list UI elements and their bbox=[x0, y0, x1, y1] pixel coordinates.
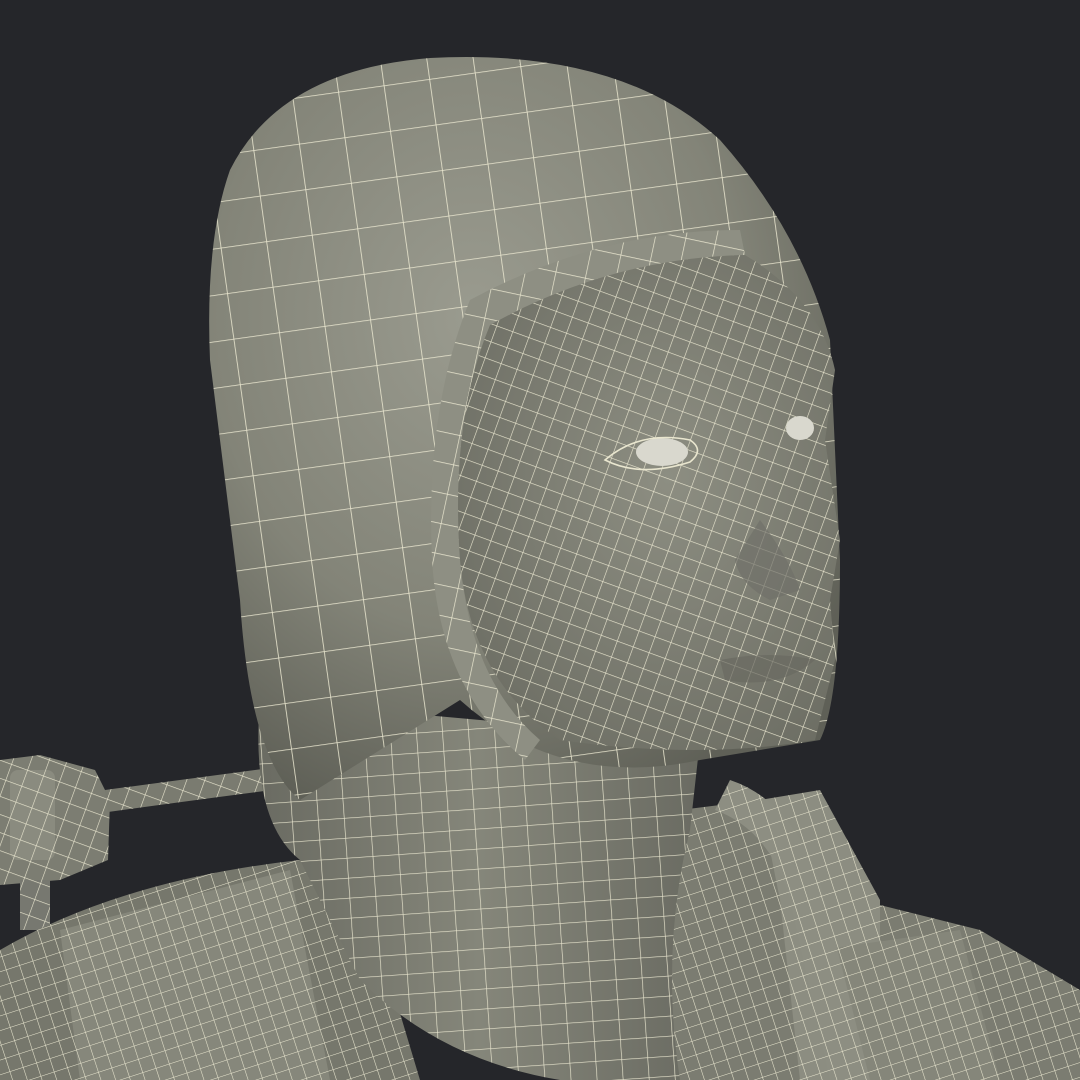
face bbox=[458, 255, 840, 750]
render-viewport bbox=[0, 0, 1080, 1080]
wireframe-render bbox=[0, 0, 1080, 1080]
right-eye bbox=[786, 416, 814, 440]
left-eye bbox=[636, 438, 688, 466]
